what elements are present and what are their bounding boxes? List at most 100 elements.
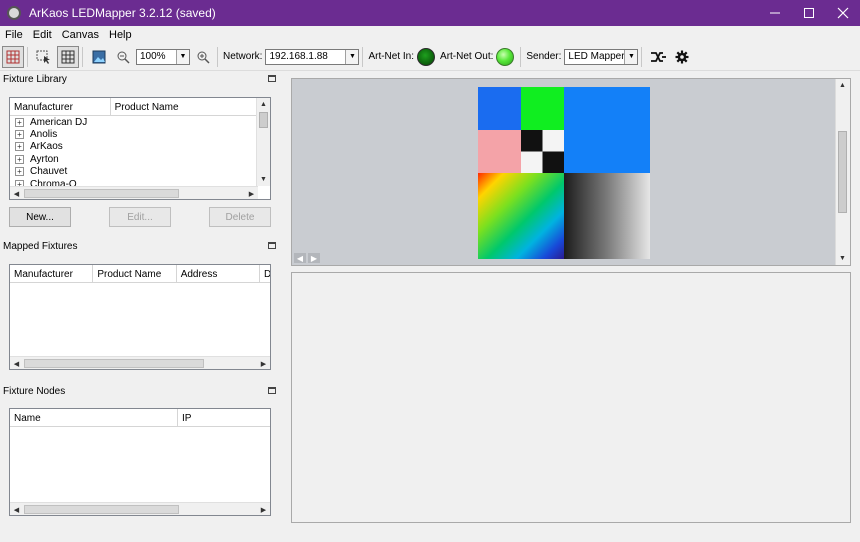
toolbar-separator [82, 46, 83, 67]
fixture-nodes-list[interactable]: Name IP ◀ ▶ [9, 408, 271, 516]
network-label: Network: [223, 51, 263, 62]
column-name[interactable]: Name [10, 409, 178, 427]
app-logo-icon [7, 6, 21, 20]
scroll-thumb[interactable] [24, 359, 204, 368]
tree-item[interactable]: + ArKaos [10, 141, 270, 153]
mapped-fixtures-list[interactable]: Manufacturer Product Name Address D ◀ ▶ [9, 264, 271, 370]
scroll-right-icon[interactable]: ▶ [257, 503, 270, 515]
nav-left-icon[interactable]: ◀ [294, 253, 306, 263]
scroll-down-icon[interactable]: ▼ [257, 173, 270, 186]
vertical-scrollbar[interactable]: ▲ ▼ [256, 98, 270, 186]
maximize-button[interactable] [792, 0, 826, 26]
properties-panel [291, 272, 851, 523]
artnet-in-label: Art-Net In: [368, 51, 415, 62]
horizontal-scrollbar[interactable]: ◀ ▶ [10, 502, 270, 515]
tree-item[interactable]: + American DJ [10, 116, 270, 128]
scroll-down-icon[interactable]: ▼ [836, 252, 849, 265]
toolbar-separator [520, 46, 522, 67]
network-value: 192.168.1.88 [269, 51, 328, 62]
minimize-button[interactable] [758, 0, 792, 26]
scroll-thumb[interactable] [259, 112, 268, 128]
image-icon [92, 50, 106, 63]
zoom-out-button[interactable] [112, 46, 134, 68]
column-dmx[interactable]: D [260, 265, 270, 283]
menu-edit[interactable]: Edit [28, 29, 57, 41]
column-manufacturer[interactable]: Manufacturer [10, 98, 111, 116]
scroll-thumb[interactable] [24, 189, 179, 198]
toolbar-separator [362, 46, 364, 67]
column-product-name[interactable]: Product Name [93, 265, 177, 283]
expand-icon[interactable]: + [15, 167, 24, 177]
chevron-down-icon: ▼ [624, 49, 638, 64]
zoom-value: 100% [140, 51, 166, 62]
zoom-select[interactable]: 100% ▼ [136, 48, 190, 65]
sender-select[interactable]: LED Mapper ▼ [564, 48, 639, 65]
pixel-map-preview[interactable] [478, 87, 650, 259]
checker-tile [521, 130, 543, 152]
grayscale-gradient-tile [564, 173, 650, 259]
tree-item-label: Anolis [30, 129, 58, 141]
checker-tile [542, 151, 564, 173]
selection-dropdown-icon [36, 50, 50, 64]
route-button[interactable] [647, 46, 669, 68]
zoom-in-button[interactable] [192, 46, 214, 68]
pixel-tile-blue [478, 87, 521, 130]
toolbar-separator [641, 46, 643, 67]
pixel-tile-green [521, 87, 564, 130]
edit-fixture-button[interactable]: Edit... [109, 207, 171, 227]
chevron-down-icon: ▼ [176, 49, 189, 64]
scroll-thumb[interactable] [24, 505, 179, 514]
grid-button[interactable] [57, 45, 79, 68]
menu-file[interactable]: File [0, 29, 28, 41]
zoom-out-icon [117, 51, 130, 64]
scroll-left-icon[interactable]: ◀ [10, 357, 23, 369]
horizontal-scrollbar[interactable]: ◀ ▶ [10, 356, 270, 369]
close-button[interactable] [826, 0, 860, 26]
scroll-left-icon[interactable]: ◀ [10, 187, 23, 199]
column-manufacturer[interactable]: Manufacturer [10, 265, 94, 283]
delete-fixture-button[interactable]: Delete [209, 207, 271, 227]
menu-canvas[interactable]: Canvas [57, 29, 104, 41]
column-product-name[interactable]: Product Name [111, 98, 256, 116]
toolbar-separator [27, 46, 28, 67]
status-bar [0, 530, 860, 542]
network-select[interactable]: 192.168.1.88 ▼ [265, 48, 360, 65]
checker-tile [521, 151, 543, 173]
scroll-left-icon[interactable]: ◀ [10, 503, 23, 515]
float-panel-icon[interactable] [268, 242, 276, 249]
expand-icon[interactable]: + [15, 130, 24, 140]
rainbow-gradient-tile [478, 173, 564, 259]
tree-item[interactable]: + Ayrton [10, 153, 270, 165]
expand-icon[interactable]: + [15, 117, 24, 127]
menu-help[interactable]: Help [104, 29, 137, 41]
toolbar: 100% ▼ Network: 192.168.1.88 ▼ Art-Net I… [0, 43, 860, 71]
grid-view-button[interactable] [2, 45, 24, 68]
mapping-canvas[interactable]: ◀ ▶ ▲ ▼ [291, 78, 851, 266]
artnet-out-indicator [496, 47, 515, 66]
selection-tool-button[interactable] [33, 46, 55, 68]
scroll-up-icon[interactable]: ▲ [257, 98, 270, 111]
scroll-thumb[interactable] [838, 131, 847, 213]
nav-right-icon[interactable]: ▶ [308, 253, 320, 263]
float-panel-icon[interactable] [268, 387, 276, 394]
scroll-right-icon[interactable]: ▶ [245, 187, 258, 199]
new-fixture-button[interactable]: New... [9, 207, 71, 227]
fixture-library-list[interactable]: Manufacturer Product Name + American DJ +… [9, 97, 271, 200]
scroll-right-icon[interactable]: ▶ [257, 357, 270, 369]
float-panel-icon[interactable] [268, 75, 276, 82]
expand-icon[interactable]: + [15, 142, 24, 152]
column-address[interactable]: Address [177, 265, 261, 283]
fixture-library-title: Fixture Library [3, 74, 67, 85]
tree-item[interactable]: + Anolis [10, 128, 270, 140]
expand-icon[interactable]: + [15, 154, 24, 164]
sender-value: LED Mapper [568, 51, 625, 62]
column-ip[interactable]: IP [178, 409, 270, 427]
background-image-button[interactable] [88, 46, 110, 68]
horizontal-scrollbar[interactable]: ◀ ▶ [10, 186, 258, 199]
settings-button[interactable] [671, 46, 693, 68]
gear-icon [675, 50, 689, 63]
canvas-vertical-scrollbar[interactable]: ▲ ▼ [835, 79, 850, 265]
tree-item[interactable]: + Chauvet [10, 166, 270, 178]
tree-item-label: American DJ [30, 116, 88, 128]
scroll-up-icon[interactable]: ▲ [836, 79, 849, 92]
